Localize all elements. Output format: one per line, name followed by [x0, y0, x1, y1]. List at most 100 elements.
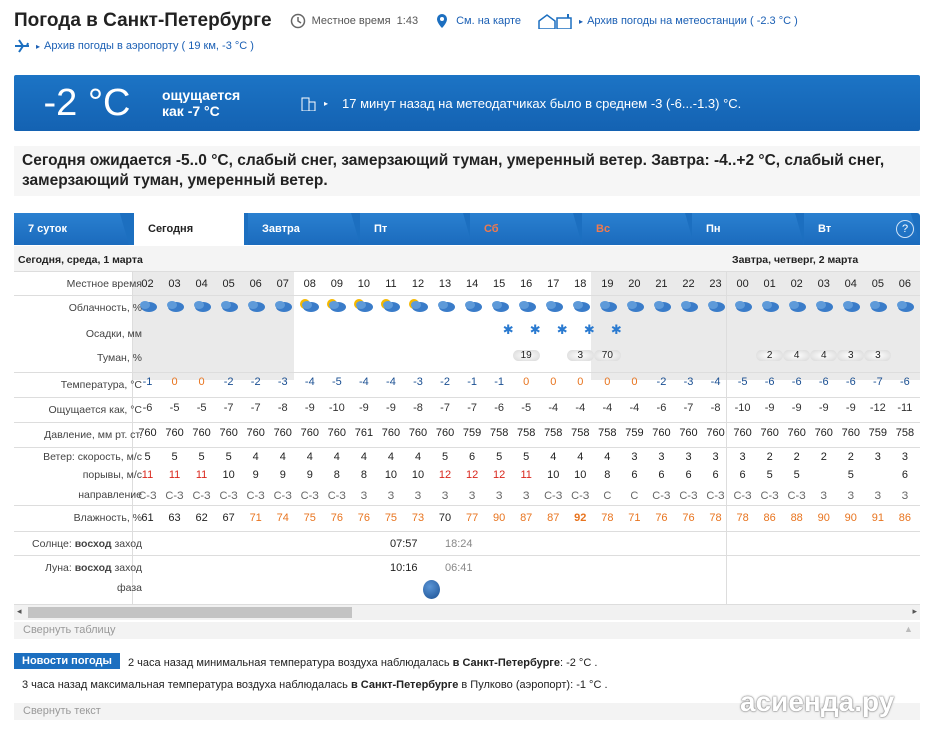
- temp-cell: -1: [142, 376, 153, 388]
- fog-cell: 4: [810, 350, 838, 361]
- hours-cell: 03: [817, 278, 830, 290]
- dir-cell: С-З: [165, 490, 184, 502]
- gusts-cell: 12: [493, 469, 506, 481]
- current-weather-banner: -2 °C ощущается как -7 °C ▸ 17 минут наза…: [14, 75, 920, 131]
- cloud-icon: [248, 301, 266, 312]
- humidity-cell: 87: [520, 512, 533, 524]
- gusts-cell: 5: [766, 469, 773, 481]
- hours-cell: 04: [195, 278, 208, 290]
- dir-cell: С-З: [300, 490, 319, 502]
- station-archive-link[interactable]: ▸ Архив погоды на метеостанции ( -2.3 °C …: [537, 13, 798, 29]
- temp-cell: -3: [277, 376, 288, 388]
- dir-cell: С: [603, 490, 612, 502]
- wind-cell: 4: [360, 451, 367, 463]
- humidity-cell: 92: [574, 512, 587, 524]
- tab-sun[interactable]: Вс: [582, 213, 694, 245]
- moonrise: 10:16: [390, 562, 418, 574]
- pressure-cell: 758: [895, 427, 915, 439]
- temp-cell: -3: [683, 376, 694, 388]
- hours-cell: 16: [520, 278, 533, 290]
- current-temp: -2 °C: [43, 81, 131, 124]
- hours-cell: 02: [790, 278, 803, 290]
- hours-cell: 21: [655, 278, 668, 290]
- temp-cell: -7: [872, 376, 883, 388]
- temp-cell: 0: [604, 376, 611, 388]
- gusts-cell: 8: [604, 469, 611, 481]
- snow-icon: ✱: [529, 322, 541, 337]
- tab-mon[interactable]: Пн: [692, 213, 804, 245]
- temp-cell: -6: [845, 376, 856, 388]
- map-link[interactable]: См. на карте: [434, 13, 521, 29]
- map-pin-icon: [437, 14, 448, 28]
- airport-archive-link[interactable]: Архив погоды в аэропорту ( 19 км, -3 °C …: [44, 40, 254, 52]
- pressure-cell: 761: [354, 427, 374, 439]
- scroll-left-icon: ◂: [17, 606, 22, 616]
- page-header: Погода в Санкт-Петербурге Местное время …: [14, 8, 926, 34]
- sunrise: 07:57: [390, 538, 418, 550]
- dir-cell: З: [874, 490, 882, 502]
- tab-tomorrow[interactable]: Завтра: [248, 213, 360, 245]
- temp-cell: 0: [631, 376, 638, 388]
- humidity-cell: 90: [817, 512, 830, 524]
- temp-cell: 0: [198, 376, 205, 388]
- partly-sunny-icon: [300, 299, 320, 312]
- hours-cell: 05: [871, 278, 884, 290]
- wind-cell: 4: [252, 451, 259, 463]
- feels-cell: -4: [575, 402, 586, 414]
- feels-cell: -8: [277, 402, 288, 414]
- cloud-icon: [545, 301, 563, 312]
- wind-cell: 6: [469, 451, 476, 463]
- dir-cell: С-З: [138, 490, 157, 502]
- hours-cell: 06: [249, 278, 262, 290]
- gusts-cell: 10: [222, 469, 235, 481]
- hours-cell: 09: [330, 278, 343, 290]
- feels-cell: -10: [328, 402, 345, 414]
- wind-cell: 4: [550, 451, 557, 463]
- hours-cell: 11: [385, 278, 397, 290]
- tab-fri[interactable]: Пт: [360, 213, 472, 245]
- tab-today[interactable]: Сегодня: [134, 213, 244, 246]
- tab-sat[interactable]: Сб: [470, 213, 582, 245]
- dir-cell: С-З: [706, 490, 725, 502]
- pressure-cell: 760: [408, 427, 428, 439]
- fog-cell: 3: [837, 350, 865, 361]
- pressure-cell: 760: [733, 427, 752, 439]
- moon-phase-icon: [423, 580, 440, 599]
- humidity-cell: 78: [601, 512, 614, 524]
- cloud-icon: [816, 301, 834, 312]
- dir-cell: С-З: [273, 490, 292, 502]
- temp-cell: -1: [467, 376, 477, 388]
- feels-like: ощущается как -7 °C: [162, 87, 241, 119]
- dir-cell: С-З: [192, 490, 211, 502]
- pressure-cell: 759: [462, 427, 482, 439]
- wind-cell: 4: [414, 451, 422, 463]
- tab-7days[interactable]: 7 суток: [14, 213, 129, 245]
- partly-sunny-icon: [327, 299, 347, 312]
- feels-cell: -7: [683, 402, 694, 414]
- wind-cell: 5: [171, 451, 178, 463]
- hours-cell: 03: [168, 278, 181, 290]
- dir-cell: З: [468, 490, 476, 502]
- temp-cell: -6: [900, 376, 910, 388]
- dir-cell: С-З: [733, 490, 752, 502]
- humidity-cell: 63: [168, 512, 181, 524]
- dir-cell: З: [360, 490, 368, 502]
- scroll-thumb[interactable]: [28, 607, 352, 618]
- feels-cell: -9: [386, 402, 396, 414]
- help-icon[interactable]: ?: [896, 220, 914, 238]
- feels-cell: -8: [413, 402, 423, 414]
- fog-cell: 2: [756, 350, 784, 361]
- feels-cell: -6: [494, 402, 505, 414]
- pressure-cell: 758: [571, 427, 590, 439]
- forecast-tabs: 7 суток Сегодня Завтра Пт Сб Вс Пн Вт ?: [14, 213, 920, 246]
- temp-cell: -6: [818, 376, 829, 388]
- wind-cell: 3: [658, 451, 665, 463]
- cloud-icon: [789, 301, 807, 312]
- table-scrollbar[interactable]: ◂ ▸: [14, 604, 920, 620]
- hours-cell: 04: [844, 278, 857, 290]
- humidity-cell: 67: [222, 512, 235, 524]
- humidity-cell: 91: [871, 512, 884, 524]
- feels-cell: -5: [169, 402, 180, 414]
- cloud-icon: [681, 301, 698, 312]
- collapse-table-button[interactable]: Свернуть таблицу: [14, 622, 920, 639]
